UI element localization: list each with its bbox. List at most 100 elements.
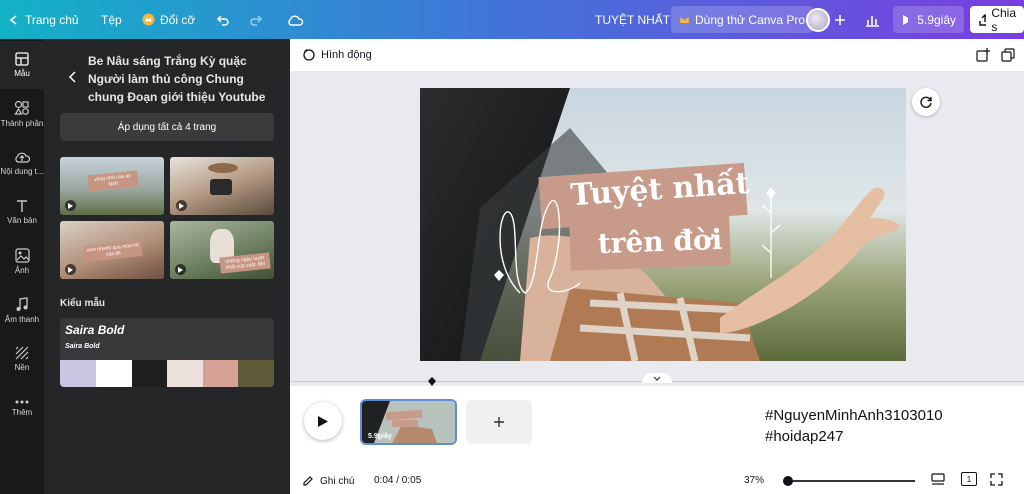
color-swatch (167, 360, 203, 387)
top-bar: Trang chủ Tệp Đổi cỡ TUYỆT NHẤT Dùng thử… (0, 0, 1024, 39)
design-title[interactable]: TUYỆT NHẤT (595, 0, 670, 39)
undo-button[interactable] (215, 0, 231, 39)
grid-view-icon[interactable] (931, 473, 945, 485)
playhead-icon[interactable] (428, 377, 436, 386)
side-rail: Mẫu Thành phần Nội dung t... Văn bản Ảnh… (0, 39, 44, 494)
try-pro-label: Dùng thử Canva Pro (695, 12, 806, 27)
zoom-slider-thumb[interactable] (783, 476, 793, 486)
color-swatch (132, 360, 168, 387)
back-arrow-icon[interactable] (68, 71, 78, 83)
editor-stage: Tuyệt nhất trên đời (290, 71, 1024, 386)
elements-icon (14, 100, 29, 115)
rail-label: Thêm (11, 408, 33, 417)
animate-button[interactable]: Hình động (302, 48, 372, 61)
duplicate-page-icon[interactable] (1001, 48, 1015, 62)
regenerate-button[interactable] (912, 88, 940, 116)
play-preview-button[interactable]: 5.9giây (893, 6, 964, 33)
play-icon (318, 415, 328, 427)
timeline-play-button[interactable] (304, 402, 342, 440)
canvas-title-line2[interactable]: trên đời (579, 222, 740, 261)
style-font-heading: Saira Bold (65, 323, 125, 337)
design-canvas[interactable]: Tuyệt nhất trên đời (420, 88, 906, 361)
template-page-thumb[interactable]: những ngày tuyệt nhất của cuộc đời (170, 221, 274, 279)
leaf-decoration (761, 188, 781, 278)
design-title-label: TUYỆT NHẤT (595, 12, 671, 27)
undo-icon (216, 14, 229, 26)
rail-item-text[interactable]: Văn bản (0, 188, 44, 236)
image-icon (14, 247, 30, 263)
template-page-thumb[interactable] (170, 157, 274, 215)
style-card[interactable]: Saira Bold Saira Bold (60, 318, 274, 387)
overlay-line2: #hoidap247 (765, 428, 844, 445)
rail-item-elements[interactable]: Thành phần (0, 90, 44, 138)
thumb-title: xem nhanh qua mùa hè của tôi (83, 240, 143, 262)
share-label: Chia s (991, 5, 1016, 34)
overlay-line1: #NguyenMinhAnh3103010 (765, 407, 943, 424)
resize-label: Đổi cỡ (160, 12, 196, 27)
rail-label: Âm thanh (4, 314, 40, 324)
try-pro-button[interactable]: Dùng thử Canva Pro (671, 6, 814, 33)
timeline-panel: 5.9giây #NguyenMinhAnh3103010 #hoidap247… (290, 386, 1024, 494)
file-label: Tệp (101, 12, 122, 27)
share-icon (979, 13, 987, 26)
template-page-thumb[interactable]: vòng nhỏ của an lành (60, 157, 164, 215)
notes-label: Ghi chú (320, 475, 355, 487)
redo-button[interactable] (248, 0, 264, 39)
add-people-button[interactable] (834, 0, 846, 39)
bar-chart-icon (866, 15, 879, 27)
rail-item-uploads[interactable]: Nội dung t... (0, 139, 44, 187)
play-icon (903, 14, 909, 25)
cloud-save-button[interactable] (286, 0, 304, 39)
avatar[interactable] (806, 0, 830, 39)
redo-icon (250, 14, 263, 26)
cloud-icon (288, 15, 304, 26)
crown-icon (142, 13, 155, 26)
rail-label: Nền (14, 363, 30, 372)
rail-item-photos[interactable]: Ảnh (0, 237, 44, 285)
line-art-decoration (494, 199, 581, 294)
chevron-down-icon (653, 376, 661, 381)
home-button[interactable]: Trang chủ (8, 0, 79, 39)
share-button[interactable]: Chia s (970, 5, 1024, 34)
color-swatch (60, 360, 96, 387)
animate-icon (303, 48, 315, 61)
add-page-icon[interactable] (976, 48, 990, 62)
insights-button[interactable] (864, 0, 880, 39)
file-menu[interactable]: Tệp (101, 0, 122, 39)
resize-button[interactable]: Đổi cỡ (142, 0, 195, 39)
play-duration-label: 5.9giây (917, 12, 956, 27)
background-icon (15, 346, 29, 360)
template-title: Be Nâu sáng Trắng Kỳ quặc Người làm thủ … (88, 54, 266, 104)
more-icon (15, 400, 29, 404)
add-page-button[interactable] (466, 400, 532, 444)
rail-item-templates[interactable]: Mẫu (0, 41, 44, 89)
video-play-icon (175, 264, 186, 275)
timeline-clip[interactable]: 5.9giây (360, 399, 457, 445)
rail-item-audio[interactable]: Âm thanh (0, 286, 44, 334)
video-play-icon (65, 264, 76, 275)
zoom-level: 37% (744, 475, 765, 486)
timeline-toggle[interactable] (642, 373, 672, 383)
video-play-icon (176, 200, 187, 211)
music-icon (16, 296, 28, 311)
home-label: Trang chủ (25, 12, 79, 27)
crown-icon (680, 17, 689, 23)
zoom-slider[interactable] (783, 476, 915, 486)
template-page-thumb[interactable]: xem nhanh qua mùa hè của tôi (60, 221, 164, 279)
template-panel: Be Nâu sáng Trắng Kỳ quặc Người làm thủ … (44, 39, 290, 494)
apply-all-pages-button[interactable]: Áp dụng tất cả 4 trang (60, 113, 274, 141)
plus-icon (835, 14, 845, 25)
rail-item-background[interactable]: Nền (0, 335, 44, 383)
fullscreen-icon[interactable] (990, 473, 1003, 486)
clip-duration: 5.9giây (368, 433, 392, 440)
notes-button[interactable]: Ghi chú (302, 475, 354, 487)
rail-item-more[interactable]: Thêm (0, 384, 44, 432)
text-icon (17, 200, 27, 212)
thumb-title: vòng nhỏ của an lành (87, 170, 139, 192)
animate-label: Hình động (321, 48, 372, 61)
template-icon (15, 52, 29, 66)
timecode: 0:04 / 0:05 (374, 475, 422, 486)
timeline-scrubber[interactable] (290, 373, 1024, 386)
page-count-badge[interactable]: 1 (961, 472, 977, 486)
rail-label: Mẫu (14, 69, 30, 78)
